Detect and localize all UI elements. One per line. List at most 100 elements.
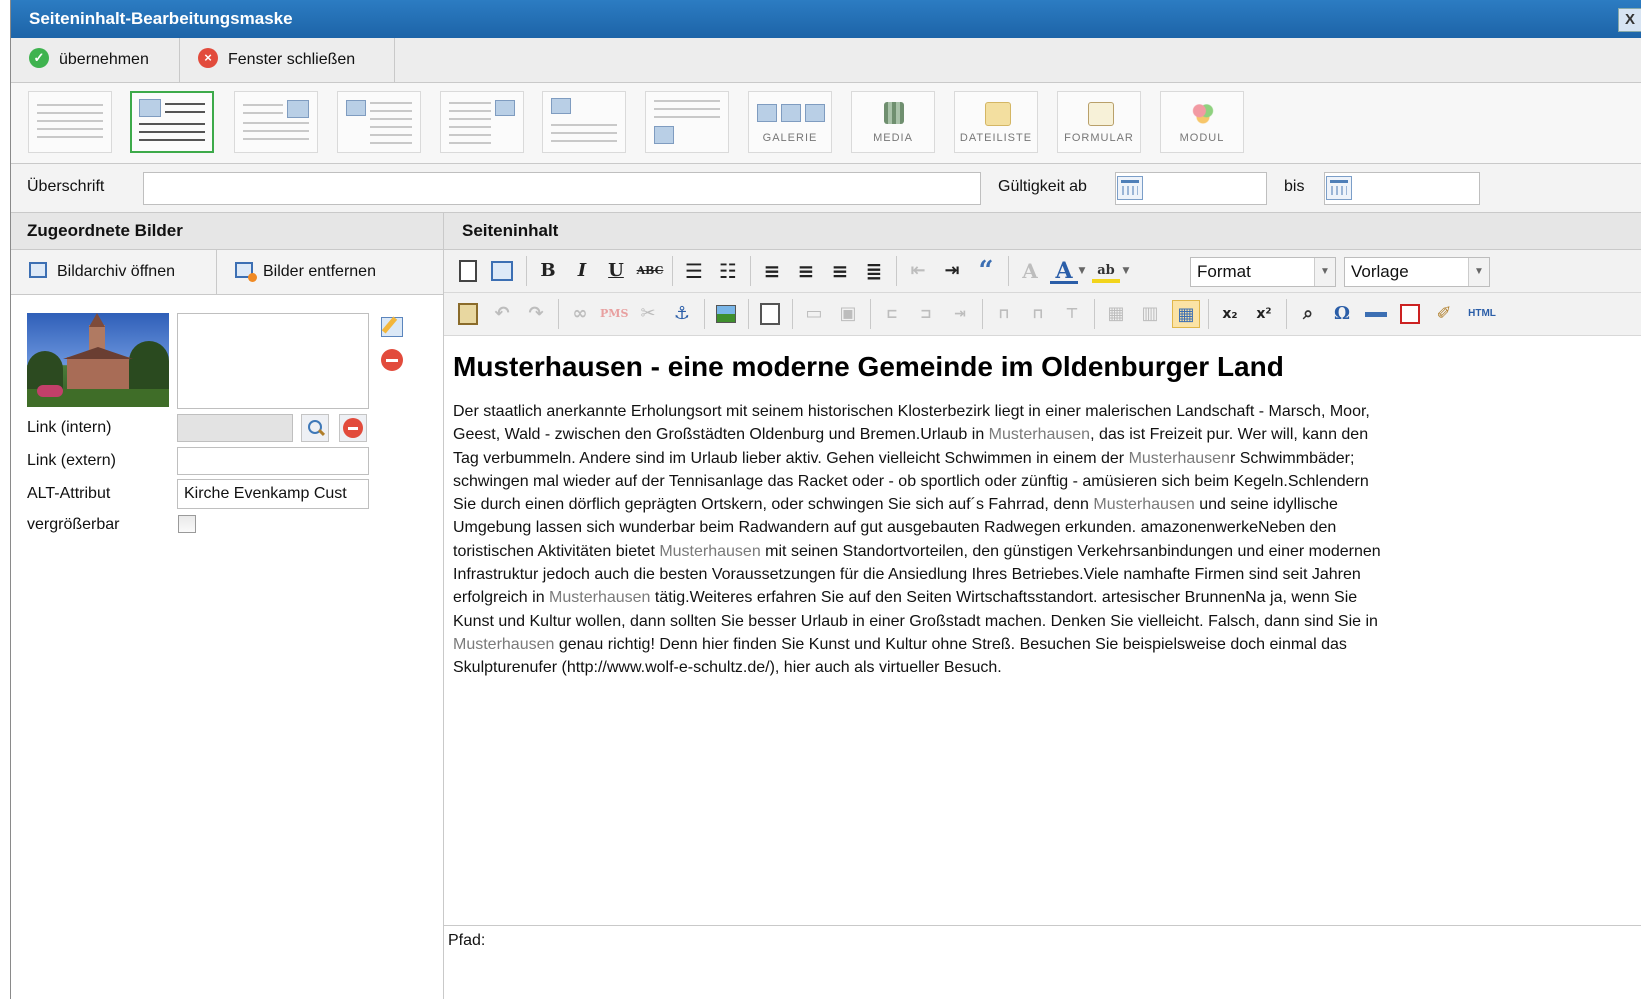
layout-image-bottom[interactable]	[645, 91, 729, 153]
layout-image-left[interactable]	[130, 91, 214, 153]
underline-icon[interactable]: U	[602, 257, 630, 285]
title-bar: Seiteninhalt-Bearbeitungsmaske X	[11, 0, 1641, 38]
alt-attribute-input[interactable]: Kirche Evenkamp Cust	[177, 479, 369, 509]
layout-text-only[interactable]	[28, 91, 112, 153]
editor-content[interactable]: Musterhausen - eine moderne Gemeinde im …	[453, 348, 1393, 680]
edit-image-icon[interactable]	[381, 316, 403, 337]
html-source-icon[interactable]: HTML	[1464, 300, 1500, 328]
link-intern-input[interactable]	[177, 414, 293, 442]
heading-input[interactable]	[143, 172, 981, 205]
search-icon[interactable]	[301, 414, 329, 442]
window-title: Seiteninhalt-Bearbeitungsmaske	[29, 9, 293, 28]
layout-media[interactable]: MEDIA	[851, 91, 935, 153]
superscript-icon[interactable]: x²	[1250, 300, 1278, 328]
remove-images-label: Bilder entfernen	[263, 263, 376, 280]
place-link[interactable]: Musterhausen	[659, 543, 760, 560]
bullet-list-icon[interactable]: ☰	[680, 257, 708, 285]
layout-filelist[interactable]: DATEILISTE	[954, 91, 1038, 153]
col-before-icon[interactable]: ⊓	[990, 300, 1018, 328]
paste-icon[interactable]	[454, 300, 482, 328]
text-segment: genau richtig! Denn hier finden Sie Kuns…	[453, 635, 1347, 677]
zoomable-checkbox[interactable]	[178, 515, 196, 533]
horizontal-rule-icon[interactable]	[1362, 300, 1390, 328]
hr-icon[interactable]: ▭	[800, 300, 828, 328]
highlight-dropdown-icon[interactable]: ▼	[1120, 257, 1132, 285]
media-label: MEDIA	[873, 132, 913, 144]
edit-source-icon[interactable]	[756, 300, 784, 328]
place-link[interactable]: Musterhausen	[1093, 496, 1194, 513]
col-after-icon[interactable]: ⊓	[1024, 300, 1052, 328]
find-icon[interactable]: ⌕	[1294, 300, 1322, 328]
row-after-icon[interactable]: ⊐	[912, 300, 940, 328]
delete-col-icon[interactable]: ⊤	[1058, 300, 1086, 328]
open-archive-label: Bildarchiv öffnen	[57, 263, 175, 280]
close-label: Fenster schließen	[228, 51, 356, 68]
heading-row: Überschrift Gültigkeit ab bis	[11, 164, 1641, 213]
template-select-value: Vorlage	[1351, 262, 1409, 281]
row-before-icon[interactable]: ⊏	[878, 300, 906, 328]
blockquote-icon[interactable]: “	[972, 257, 1000, 285]
place-link[interactable]: Musterhausen	[1129, 450, 1230, 467]
clear-link-icon[interactable]	[339, 414, 367, 442]
layout-image-top[interactable]	[542, 91, 626, 153]
redo-icon[interactable]: ↷	[522, 300, 550, 328]
bold-icon[interactable]: B	[534, 257, 562, 285]
delete-row-icon[interactable]: ⇥	[946, 300, 974, 328]
link-extern-input[interactable]	[177, 447, 369, 475]
preview-icon[interactable]	[488, 257, 516, 285]
layout-image-right[interactable]	[234, 91, 318, 153]
close-window-button[interactable]: × Fenster schließen	[180, 38, 395, 82]
remove-image-icon[interactable]	[381, 349, 403, 371]
remove-format-icon[interactable]	[1396, 300, 1424, 328]
special-char-icon[interactable]: Ω	[1328, 300, 1356, 328]
box-icon[interactable]: ▣	[834, 300, 862, 328]
highlight-color-icon[interactable]: ab	[1092, 257, 1120, 283]
numbered-list-icon[interactable]: ☷	[714, 257, 742, 285]
cleanup-icon[interactable]: ✐	[1430, 300, 1458, 328]
link-icon[interactable]: ∞	[566, 300, 594, 328]
anchor-icon[interactable]: ⚓	[668, 300, 696, 328]
align-center-icon[interactable]: ≡	[792, 257, 820, 285]
merge-cells-icon[interactable]: ▦	[1102, 300, 1130, 328]
font-size-icon[interactable]: A	[1016, 257, 1044, 285]
layout-image-right-column[interactable]	[440, 91, 524, 153]
justify-icon[interactable]: ≣	[860, 257, 888, 285]
internal-link-icon[interactable]: PMS	[600, 300, 628, 328]
outdent-icon[interactable]: ⇤	[904, 257, 932, 285]
italic-icon[interactable]: I	[568, 257, 596, 285]
insert-table-icon[interactable]: ▦	[1172, 300, 1200, 328]
place-link[interactable]: Musterhausen	[549, 589, 650, 606]
image-thumbnail[interactable]	[27, 313, 169, 407]
layout-image-left-column[interactable]	[337, 91, 421, 153]
place-link[interactable]: Musterhausen	[989, 426, 1090, 443]
layout-form[interactable]: FORMULAR	[1057, 91, 1141, 153]
split-cells-icon[interactable]: ▥	[1136, 300, 1164, 328]
insert-image-icon[interactable]	[712, 300, 740, 328]
images-panel-title: Zugeordnete Bilder	[11, 213, 443, 250]
subscript-icon[interactable]: x₂	[1216, 300, 1244, 328]
close-window-icon[interactable]: X	[1618, 8, 1641, 32]
format-select[interactable]: Format ▼	[1190, 257, 1336, 287]
remove-images-button[interactable]: Bilder entfernen	[217, 250, 417, 294]
template-select[interactable]: Vorlage ▼	[1344, 257, 1490, 287]
indent-icon[interactable]: ⇥	[938, 257, 966, 285]
strikethrough-icon[interactable]: ABC	[636, 257, 664, 285]
image-caption-textarea[interactable]	[177, 313, 369, 409]
text-color-dropdown-icon[interactable]: ▼	[1076, 257, 1088, 285]
unlink-icon[interactable]: ✂	[634, 300, 662, 328]
heading-label: Überschrift	[27, 178, 105, 195]
layout-gallery[interactable]: GALERIE	[748, 91, 832, 153]
layout-module[interactable]: MODUL	[1160, 91, 1244, 153]
text-color-icon[interactable]: A	[1050, 257, 1078, 284]
place-link[interactable]: Musterhausen	[453, 636, 554, 653]
new-document-icon[interactable]	[454, 257, 482, 285]
open-image-archive-button[interactable]: Bildarchiv öffnen	[11, 250, 217, 294]
align-right-icon[interactable]: ≡	[826, 257, 854, 285]
align-left-icon[interactable]: ≡	[758, 257, 786, 285]
apply-button[interactable]: ✓ übernehmen	[11, 38, 180, 82]
calendar-icon[interactable]	[1117, 176, 1143, 200]
calendar-icon[interactable]	[1326, 176, 1352, 200]
form-label: FORMULAR	[1064, 132, 1134, 144]
until-label: bis	[1284, 178, 1305, 195]
undo-icon[interactable]: ↶	[488, 300, 516, 328]
